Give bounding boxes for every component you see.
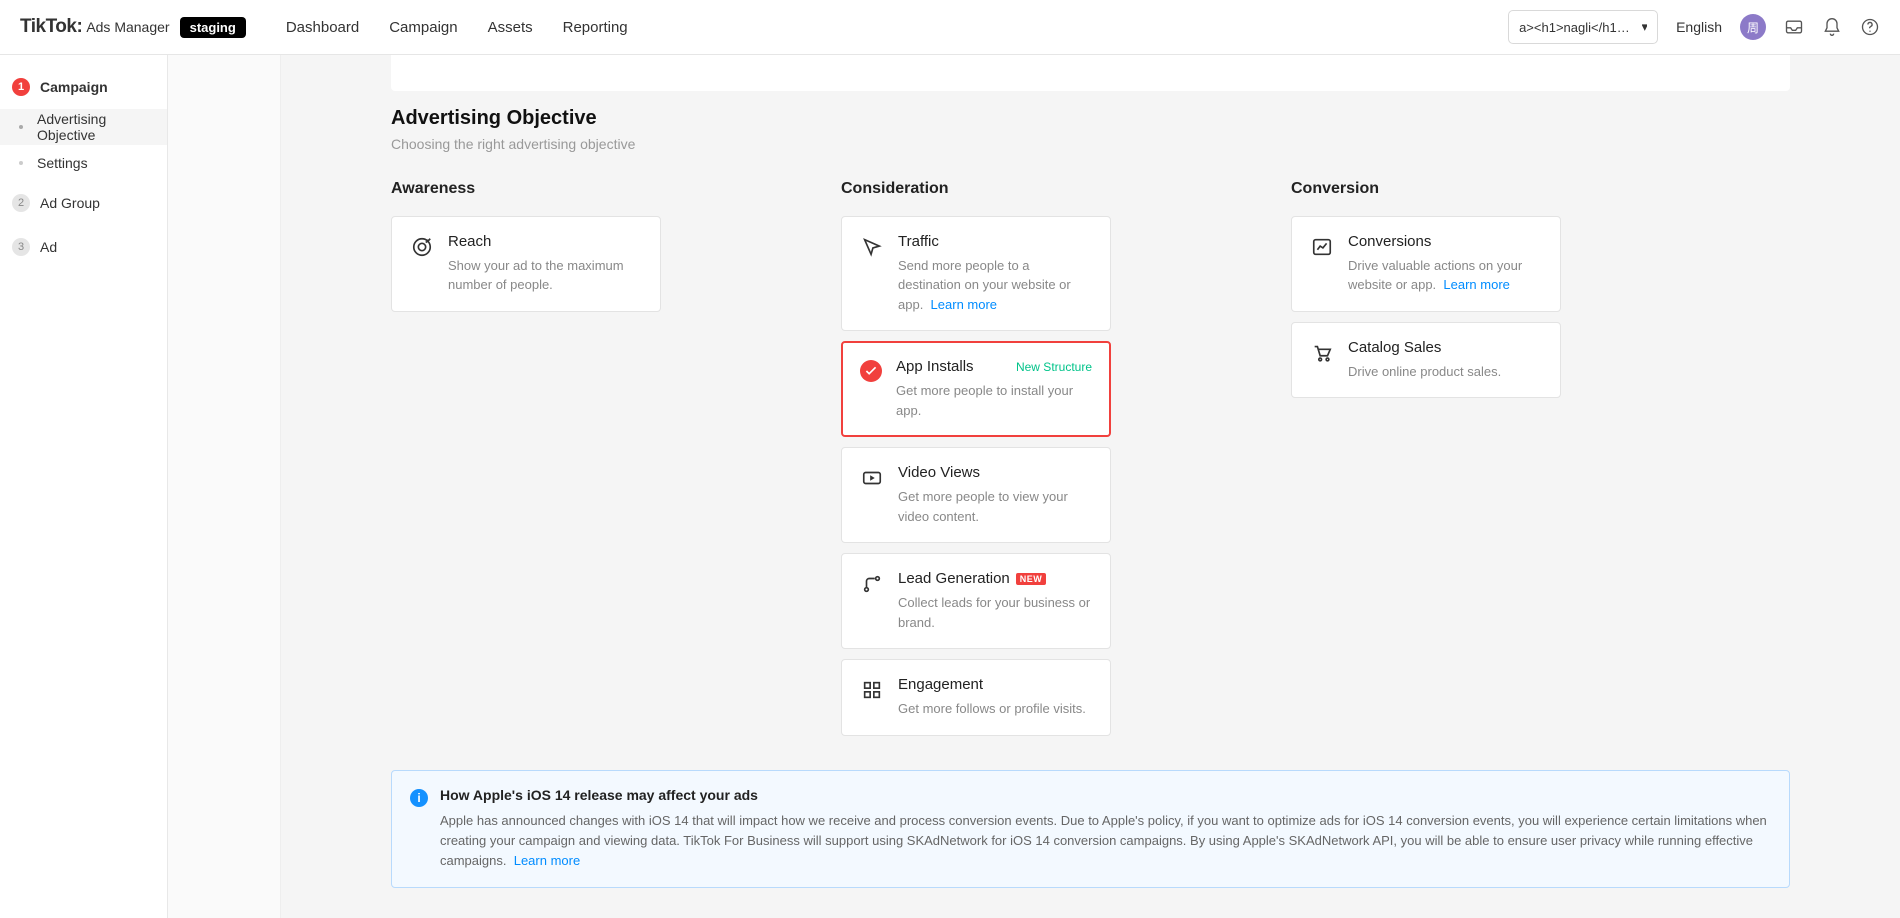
card-title-reach: Reach	[448, 233, 642, 250]
card-title-conversions: Conversions	[1348, 233, 1542, 250]
step-badge-1: 1	[12, 78, 30, 96]
notice-body: Apple has announced changes with iOS 14 …	[440, 811, 1771, 871]
brand: TikTok: Ads Manager staging	[20, 16, 246, 38]
sidebar: 1 Campaign Advertising Objective Setting…	[0, 55, 168, 918]
language-selector[interactable]: English	[1676, 19, 1722, 35]
col-heading-consideration: Consideration	[841, 180, 1111, 198]
card-video-views[interactable]: Video Views Get more people to view your…	[841, 447, 1111, 543]
app-header: TikTok: Ads Manager staging Dashboard Ca…	[0, 0, 1900, 55]
card-desc-traffic: Send more people to a destination on you…	[898, 256, 1092, 315]
notice-title: How Apple's iOS 14 release may affect yo…	[440, 787, 1771, 803]
card-app-installs[interactable]: App Installs New Structure Get more peop…	[841, 341, 1111, 437]
staging-badge[interactable]: staging	[180, 17, 246, 38]
card-title-video-views: Video Views	[898, 464, 1092, 481]
col-heading-awareness: Awareness	[391, 180, 661, 198]
avatar[interactable]: 周	[1740, 14, 1766, 40]
brand-name: TikTok:	[20, 16, 82, 38]
step-label-campaign: Campaign	[40, 79, 108, 95]
card-title-app-installs: App Installs	[896, 358, 974, 375]
header-right: a><h1>nagli</h1><a … ▾ English 周	[1508, 10, 1880, 44]
nav-campaign[interactable]: Campaign	[389, 19, 457, 36]
route-icon	[860, 572, 884, 596]
nav-dashboard[interactable]: Dashboard	[286, 19, 359, 36]
target-icon	[410, 235, 434, 259]
video-icon	[860, 466, 884, 490]
substep-advertising-objective[interactable]: Advertising Objective	[0, 109, 167, 145]
step-ad-group[interactable]: 2 Ad Group	[0, 181, 167, 225]
card-title-engagement: Engagement	[898, 676, 1092, 693]
chart-up-icon	[1310, 235, 1334, 259]
card-conversions[interactable]: Conversions Drive valuable actions on yo…	[1291, 216, 1561, 312]
info-icon: i	[410, 789, 428, 807]
learn-more-ios14[interactable]: Learn more	[514, 853, 580, 868]
side-collapse-gutter	[168, 55, 281, 918]
learn-more-traffic[interactable]: Learn more	[931, 297, 997, 312]
nav-assets[interactable]: Assets	[488, 19, 533, 36]
card-traffic[interactable]: Traffic Send more people to a destinatio…	[841, 216, 1111, 332]
card-reach[interactable]: Reach Show your ad to the maximum number…	[391, 216, 661, 312]
step-campaign[interactable]: 1 Campaign	[0, 65, 167, 109]
card-desc-video-views: Get more people to view your video conte…	[898, 487, 1092, 526]
col-conversion: Conversion Conversions Drive valuable ac…	[1291, 180, 1561, 746]
top-nav: Dashboard Campaign Assets Reporting	[286, 19, 628, 36]
card-catalog-sales[interactable]: Catalog Sales Drive online product sales…	[1291, 322, 1561, 399]
account-selector-text: a><h1>nagli</h1><a …	[1519, 20, 1635, 35]
step-badge-2: 2	[12, 194, 30, 212]
step-badge-3: 3	[12, 238, 30, 256]
inbox-icon[interactable]	[1784, 17, 1804, 37]
card-title-catalog-sales: Catalog Sales	[1348, 339, 1542, 356]
nav-reporting[interactable]: Reporting	[563, 19, 628, 36]
substep-label-advertising-objective: Advertising Objective	[37, 111, 167, 143]
col-heading-conversion: Conversion	[1291, 180, 1561, 198]
brand-sub: Ads Manager	[86, 19, 169, 35]
page-subtitle: Choosing the right advertising objective	[391, 136, 1790, 152]
substep-settings[interactable]: Settings	[0, 145, 167, 181]
account-selector[interactable]: a><h1>nagli</h1><a … ▾	[1508, 10, 1658, 44]
top-strip	[391, 55, 1790, 91]
main: Advertising Objective Choosing the right…	[281, 55, 1900, 918]
card-desc-lead-generation: Collect leads for your business or brand…	[898, 593, 1092, 632]
card-desc-reach: Show your ad to the maximum number of pe…	[448, 256, 642, 295]
card-desc-engagement: Get more follows or profile visits.	[898, 699, 1092, 719]
badge-new: NEW	[1016, 573, 1047, 585]
ios14-notice: i How Apple's iOS 14 release may affect …	[391, 770, 1790, 888]
badge-new-structure: New Structure	[1016, 360, 1092, 374]
help-icon[interactable]	[1860, 17, 1880, 37]
step-label-ad-group: Ad Group	[40, 195, 100, 211]
col-consideration: Consideration Traffic Send more people t…	[841, 180, 1111, 746]
check-circle-icon	[860, 360, 882, 382]
substep-label-settings: Settings	[37, 155, 88, 171]
card-desc-conversions: Drive valuable actions on your website o…	[1348, 256, 1542, 295]
card-desc-app-installs: Get more people to install your app.	[896, 381, 1092, 420]
card-desc-catalog-sales: Drive online product sales.	[1348, 362, 1542, 382]
cart-icon	[1310, 341, 1334, 365]
card-title-lead-generation: Lead Generation	[898, 570, 1010, 587]
learn-more-conversions[interactable]: Learn more	[1443, 277, 1509, 292]
notice-body-text: Apple has announced changes with iOS 14 …	[440, 813, 1767, 868]
cursor-icon	[860, 235, 884, 259]
bell-icon[interactable]	[1822, 17, 1842, 37]
step-ad[interactable]: 3 Ad	[0, 225, 167, 269]
chevron-down-icon: ▾	[1642, 19, 1648, 35]
card-lead-generation[interactable]: Lead Generation NEW Collect leads for yo…	[841, 553, 1111, 649]
col-awareness: Awareness Reach Show your ad to the maxi…	[391, 180, 661, 746]
card-title-traffic: Traffic	[898, 233, 1092, 250]
card-engagement[interactable]: Engagement Get more follows or profile v…	[841, 659, 1111, 736]
page-title: Advertising Objective	[391, 107, 1790, 130]
grid-icon	[860, 678, 884, 702]
step-label-ad: Ad	[40, 239, 57, 255]
